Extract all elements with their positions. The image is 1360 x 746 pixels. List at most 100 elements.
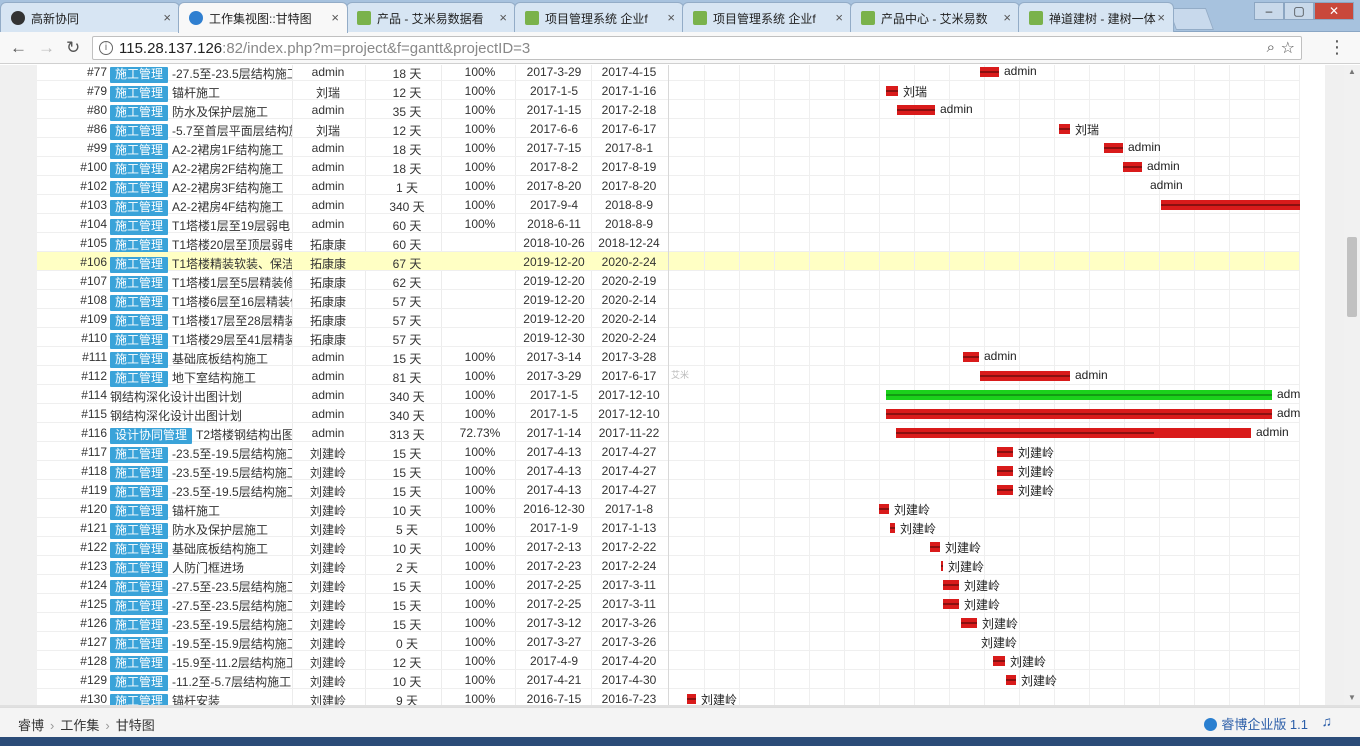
task-name-link[interactable]: 人防门框进场 — [172, 561, 244, 575]
gantt-bar[interactable] — [963, 352, 979, 362]
gantt-bar[interactable] — [930, 542, 940, 552]
tab-close-icon[interactable]: × — [1003, 10, 1011, 25]
task-end-date: 2017-1-16 — [601, 84, 657, 98]
task-name-link[interactable]: -27.5至-23.5层结构施工 — [172, 599, 292, 613]
task-name-link[interactable]: -23.5至-19.5层结构施工 — [172, 485, 292, 499]
task-name-link[interactable]: T1塔楼17层至28层精装修 — [172, 314, 292, 328]
gantt-bar[interactable] — [980, 371, 1070, 381]
task-name-link[interactable]: -27.5至-23.5层结构施工 — [172, 67, 292, 81]
scroll-up-icon[interactable]: ▲ — [1348, 67, 1356, 76]
tab-close-icon[interactable]: × — [1157, 10, 1165, 25]
task-name-link[interactable]: -23.5至-19.5层结构施工 — [172, 447, 292, 461]
gantt-bar[interactable] — [886, 390, 1272, 400]
task-name-link[interactable]: -5.7至首层平面层结构施工 — [172, 124, 292, 138]
window-close-button[interactable]: ✕ — [1314, 2, 1354, 20]
browser-tab[interactable]: 高新协同 × — [0, 2, 180, 32]
gantt-bar[interactable] — [1006, 675, 1016, 685]
gantt-bar[interactable] — [687, 694, 696, 704]
url-input[interactable]: i 115.28.137.126:82/index.php?m=project&… — [92, 36, 1302, 60]
gantt-bar[interactable] — [997, 466, 1013, 476]
new-tab-button[interactable] — [1167, 8, 1215, 30]
tab-close-icon[interactable]: × — [835, 10, 843, 25]
task-name-link[interactable]: -27.5至-23.5层结构施工 — [172, 580, 292, 594]
os-taskbar — [0, 737, 1360, 746]
breadcrumb-workset[interactable]: 工作集 — [60, 718, 99, 733]
task-name-link[interactable]: 地下室结构施工 — [172, 371, 256, 385]
task-name-link[interactable]: 钢结构深化设计出图计划 — [110, 390, 242, 404]
task-name-link[interactable]: 防水及保护层施工 — [172, 523, 268, 537]
gantt-bar[interactable] — [1161, 200, 1300, 210]
gantt-bar[interactable] — [961, 618, 977, 628]
forward-arrow-icon[interactable]: → — [38, 38, 55, 58]
browser-tab[interactable]: 产品 - 艾米易数据看 × — [346, 2, 516, 32]
maximize-button[interactable]: ▢ — [1284, 2, 1314, 20]
task-name-link[interactable]: 锚杆施工 — [172, 86, 220, 100]
tab-close-icon[interactable]: × — [163, 10, 171, 25]
task-name-link[interactable]: 防水及保护层施工 — [172, 105, 268, 119]
task-type-badge[interactable]: 施工管理 — [110, 694, 169, 705]
browser-tab[interactable]: 工作集视图::甘特图 × — [178, 2, 348, 33]
task-name-link[interactable]: 基础底板结构施工 — [172, 542, 268, 556]
minimize-button[interactable]: – — [1254, 2, 1284, 20]
task-name-link[interactable]: -23.5至-19.5层结构施工 — [172, 618, 292, 632]
gantt-bar[interactable] — [896, 428, 1251, 438]
gantt-bar[interactable] — [897, 105, 935, 115]
gantt-bar[interactable] — [1104, 143, 1123, 153]
task-name-link[interactable]: T1塔楼精装软装、保洁 — [172, 257, 292, 271]
gantt-bar[interactable] — [997, 447, 1013, 457]
task-name-link[interactable]: A2-2裙房4F结构施工 — [172, 200, 283, 214]
task-name-link[interactable]: 锚杆安装 — [172, 694, 220, 705]
task-name-link[interactable]: T1塔楼6层至16层精装修 — [172, 295, 292, 309]
info-icon[interactable]: i — [99, 41, 113, 55]
task-progress: 100% — [464, 673, 496, 687]
tab-close-icon[interactable]: × — [667, 10, 675, 25]
task-name-link[interactable]: -15.9至-11.2层结构施工 — [172, 656, 292, 670]
task-name-link[interactable]: -23.5至-19.5层结构施工 — [172, 466, 292, 480]
gantt-bar[interactable] — [943, 580, 959, 590]
task-name-link[interactable]: T1塔楼1层至19层弱电 — [172, 219, 290, 233]
task-name-link[interactable]: T1塔楼1层至5层精装修 — [172, 276, 292, 290]
browser-menu-icon[interactable]: ⋮ — [1328, 37, 1346, 58]
task-name-link[interactable]: 锚杆施工 — [172, 504, 220, 518]
task-name-link[interactable]: -11.2至-5.7层结构施工 — [172, 675, 291, 689]
gantt-bar[interactable] — [890, 523, 895, 533]
task-name-link[interactable]: T1塔楼29层至41层精装修 — [172, 333, 292, 347]
gantt-bar[interactable] — [1123, 162, 1142, 172]
gantt-bar[interactable] — [980, 67, 999, 77]
gantt-bar[interactable] — [1059, 124, 1070, 134]
task-name-link[interactable]: -19.5至-15.9层结构施工 — [172, 637, 292, 651]
gantt-bar[interactable] — [997, 485, 1013, 495]
reload-icon[interactable]: ↻ — [66, 38, 80, 58]
browser-tab[interactable]: 产品中心 - 艾米易数 × — [850, 2, 1020, 32]
task-name-link[interactable]: T2塔楼钢结构出图 — [196, 428, 292, 442]
back-arrow-icon[interactable]: ← — [10, 38, 27, 58]
gantt-bar[interactable] — [941, 561, 943, 571]
gantt-bar[interactable] — [943, 599, 959, 609]
task-name-link[interactable]: 基础底板结构施工 — [172, 352, 268, 366]
task-progress: 100% — [464, 597, 496, 611]
gantt-bar[interactable] — [886, 409, 1272, 419]
task-name-link[interactable]: A2-2裙房2F结构施工 — [172, 162, 283, 176]
scrollbar-thumb[interactable] — [1347, 237, 1357, 317]
breadcrumb-home[interactable]: 睿博 — [18, 718, 44, 733]
browser-tab[interactable]: 项目管理系统 企业f × — [682, 2, 852, 32]
browser-tab[interactable]: 禅道建树 - 建树一体 × — [1018, 2, 1174, 32]
bookmark-star-icon[interactable]: ☆ — [1281, 38, 1295, 58]
task-start-date: 2017-2-13 — [526, 540, 582, 554]
brand-label[interactable]: 睿博企业版 1.1 — [1204, 714, 1308, 733]
browser-tab[interactable]: 项目管理系统 企业f × — [514, 2, 684, 32]
tab-close-icon[interactable]: × — [499, 10, 507, 25]
task-assignee: 拓康康 — [309, 276, 346, 290]
scroll-down-icon[interactable]: ▼ — [1348, 693, 1356, 702]
zoom-icon[interactable]: ⌕ — [1267, 39, 1275, 56]
tab-close-icon[interactable]: × — [331, 10, 339, 25]
bell-icon[interactable]: ♫ — [1322, 713, 1333, 729]
task-name-link[interactable]: T1塔楼20层至顶层弱电 — [172, 238, 292, 252]
vertical-scrollbar[interactable]: ▲ ▼ — [1344, 65, 1360, 705]
gantt-bar[interactable] — [993, 656, 1005, 666]
task-name-link[interactable]: 钢结构深化设计出图计划 — [110, 409, 242, 423]
task-name-link[interactable]: A2-2裙房3F结构施工 — [172, 181, 283, 195]
gantt-bar[interactable] — [886, 86, 898, 96]
gantt-bar[interactable] — [879, 504, 889, 514]
task-name-link[interactable]: A2-2裙房1F结构施工 — [172, 143, 283, 157]
